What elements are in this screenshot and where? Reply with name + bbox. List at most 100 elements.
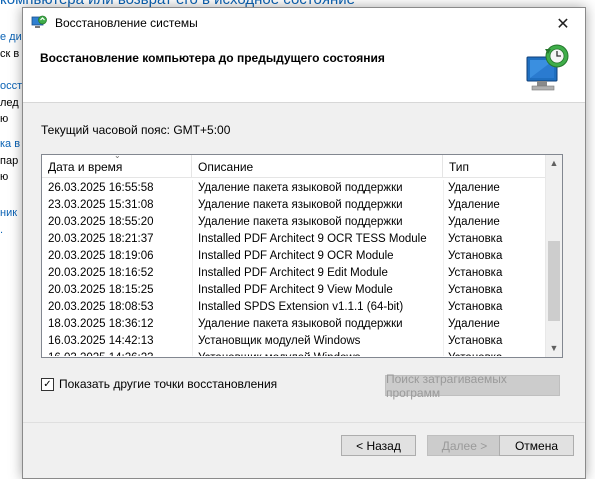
- close-button[interactable]: ✕: [541, 8, 585, 39]
- background-fragment: лед: [0, 97, 19, 109]
- table-row[interactable]: 20.03.2025 18:19:06 Installed PDF Archite…: [42, 248, 545, 265]
- column-description[interactable]: Описание: [192, 155, 443, 177]
- cell-description: Installed SPDS Extension v1.1.1 (64-bit): [198, 301, 404, 313]
- table-row[interactable]: 20.03.2025 18:55:20 Удаление пакета языко…: [42, 214, 545, 231]
- cell-description: Удаление пакета языковой поддержки: [198, 318, 403, 330]
- table-row[interactable]: 23.03.2025 15:31:08 Удаление пакета языко…: [42, 197, 545, 214]
- column-separator: [192, 350, 193, 356]
- column-separator: [443, 248, 444, 265]
- cell-type: Установка: [448, 301, 503, 313]
- system-restore-dialog: Восстановление системы ✕ Восстановление …: [22, 7, 586, 479]
- cell-description: Installed PDF Architect 9 Edit Module: [198, 267, 388, 279]
- scroll-up-icon[interactable]: ▲: [546, 155, 562, 172]
- column-separator: [443, 197, 444, 214]
- cell-description: Удаление пакета языковой поддержки: [198, 182, 403, 194]
- column-separator: [192, 231, 193, 248]
- show-more-checkbox-row[interactable]: ✓ Показать другие точки восстановления: [41, 377, 277, 391]
- column-separator: [443, 180, 444, 197]
- window-title: Восстановление системы: [55, 16, 198, 30]
- column-separator: [443, 299, 444, 316]
- cell-description: Installed PDF Architect 9 View Module: [198, 284, 393, 296]
- cell-type: Удаление: [448, 199, 500, 211]
- cell-date: 20.03.2025 18:19:06: [48, 250, 154, 262]
- table-row[interactable]: 20.03.2025 18:08:53 Installed SPDS Extens…: [42, 299, 545, 316]
- vertical-scrollbar[interactable]: ▲ ▼: [545, 155, 562, 357]
- back-button[interactable]: < Назад: [341, 435, 416, 456]
- table-row[interactable]: 20.03.2025 18:15:25 Installed PDF Archite…: [42, 282, 545, 299]
- cell-date: 23.03.2025 15:31:08: [48, 199, 154, 211]
- table-row[interactable]: 20.03.2025 18:21:37 Installed PDF Archite…: [42, 231, 545, 248]
- cell-type: Установка: [448, 284, 503, 296]
- cell-type: Удаление: [448, 216, 500, 228]
- table-row[interactable]: 16.03.2025 14:26:23 Установщик модулей Wi…: [42, 350, 545, 356]
- cell-description: Удаление пакета языковой поддержки: [198, 199, 403, 211]
- cell-date: 26.03.2025 16:55:58: [48, 182, 154, 194]
- table-row[interactable]: 16.03.2025 14:42:13 Установщик модулей Wi…: [42, 333, 545, 350]
- column-separator: [192, 197, 193, 214]
- list-header: ⌄ Дата и время Описание Тип: [42, 151, 545, 178]
- column-separator: [443, 333, 444, 350]
- column-separator: [192, 180, 193, 197]
- cell-type: Установка: [448, 250, 503, 262]
- column-separator: [443, 282, 444, 299]
- cell-type: Удаление: [448, 182, 500, 194]
- cell-type: Установка: [448, 335, 503, 347]
- table-row[interactable]: 20.03.2025 18:16:52 Installed PDF Archite…: [42, 265, 545, 282]
- footer-divider: [23, 422, 585, 423]
- background-fragment[interactable]: ка в: [0, 138, 20, 150]
- column-description-label: Описание: [198, 160, 254, 174]
- column-separator: [192, 333, 193, 350]
- show-more-checkbox[interactable]: ✓: [41, 377, 54, 391]
- column-separator: [192, 282, 193, 299]
- scroll-down-icon[interactable]: ▼: [546, 340, 562, 357]
- close-icon: ✕: [556, 15, 570, 33]
- background-fragment: ю: [0, 113, 9, 125]
- show-more-label[interactable]: Показать другие точки восстановления: [59, 377, 277, 391]
- cell-description: Установщик модулей Windows: [198, 350, 442, 356]
- column-type[interactable]: Тип: [443, 155, 545, 177]
- cell-type: Удаление: [448, 318, 500, 330]
- background-fragment[interactable]: ник: [0, 207, 17, 219]
- check-icon: ✓: [43, 378, 52, 390]
- cell-type: Установка: [448, 233, 503, 245]
- background-fragment[interactable]: е ди: [0, 31, 22, 43]
- table-row[interactable]: 18.03.2025 18:36:12 Удаление пакета языко…: [42, 316, 545, 333]
- cell-description: Installed PDF Architect 9 OCR Module: [198, 250, 394, 262]
- cell-date: 20.03.2025 18:15:25: [48, 284, 154, 296]
- cancel-button[interactable]: Отмена: [499, 435, 574, 456]
- column-type-label: Тип: [449, 160, 470, 174]
- column-separator: [192, 265, 193, 282]
- cell-date: 20.03.2025 18:21:37: [48, 233, 154, 245]
- cell-date: 20.03.2025 18:55:20: [48, 216, 154, 228]
- cell-description: Удаление пакета языковой поддержки: [198, 216, 403, 228]
- background-fragment: ск в: [0, 48, 20, 60]
- cell-description: Установщик модулей Windows: [198, 335, 361, 347]
- cell-type: Установка: [448, 267, 503, 279]
- cell-description: Installed PDF Architect 9 OCR TESS Modul…: [198, 233, 427, 245]
- column-separator: [192, 248, 193, 265]
- restore-points-list[interactable]: ⌄ Дата и время Описание Тип 26.03.2025 1…: [41, 151, 563, 358]
- background-fragment[interactable]: осст: [0, 80, 22, 92]
- page-heading: Восстановление компьютера до предыдущего…: [40, 51, 385, 65]
- background-fragment: ю: [0, 171, 9, 183]
- cell-type: Установка: [448, 350, 542, 356]
- scan-affected-programs-button[interactable]: Поиск затрагиваемых программ: [385, 372, 560, 400]
- computer-restore-icon: [526, 44, 569, 91]
- column-date[interactable]: ⌄ Дата и время: [42, 151, 192, 177]
- timezone-label: Текущий часовой пояс: GMT+5:00: [41, 123, 231, 137]
- next-button[interactable]: Далее >: [427, 435, 502, 456]
- header-band: Восстановление компьютера до предыдущего…: [23, 39, 585, 103]
- background-fragment[interactable]: .: [0, 224, 3, 236]
- list-body: 26.03.2025 16:55:58 Удаление пакета языко…: [42, 180, 545, 356]
- cell-date: 18.03.2025 18:36:12: [48, 318, 154, 330]
- column-separator: [192, 299, 193, 316]
- column-separator: [443, 350, 444, 356]
- table-row[interactable]: 26.03.2025 16:55:58 Удаление пакета языко…: [42, 180, 545, 197]
- column-separator: [443, 316, 444, 333]
- background-fragment: пар: [0, 155, 19, 167]
- sort-down-icon: ⌄: [114, 151, 121, 160]
- column-separator: [443, 231, 444, 248]
- scroll-thumb[interactable]: [548, 241, 560, 321]
- title-bar[interactable]: Восстановление системы ✕: [23, 8, 585, 39]
- cell-date: 16.03.2025 14:42:13: [48, 335, 154, 347]
